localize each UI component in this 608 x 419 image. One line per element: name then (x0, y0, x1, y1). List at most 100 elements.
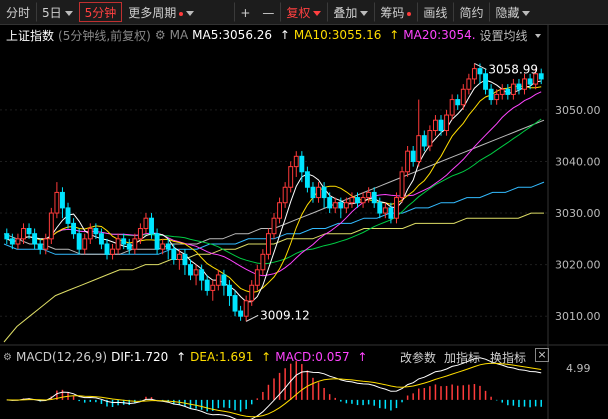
chips-button[interactable]: 筹码 (374, 2, 417, 22)
tab-more-periods[interactable]: 更多周期 (122, 2, 200, 22)
candle-body (104, 243, 110, 255)
candle-body (221, 274, 227, 286)
candle-body (332, 202, 338, 209)
ma-settings-link[interactable]: 设置均线 (480, 27, 545, 44)
candle-body (327, 197, 333, 209)
candle-body (282, 186, 288, 204)
index-name[interactable]: 上证指数 (6, 27, 54, 44)
high-price-label: 3058.99 (488, 62, 538, 76)
settings-icon[interactable]: ⚙ (155, 28, 166, 42)
candle-body (82, 238, 88, 250)
chevron-down-icon (186, 11, 195, 16)
candle-body (26, 228, 32, 235)
candle-body (238, 310, 244, 317)
candle-body (527, 78, 533, 85)
candle-body (304, 171, 310, 188)
close-icon[interactable]: × (535, 348, 549, 362)
candle-body (510, 83, 516, 95)
candle-body (165, 243, 171, 250)
candle-body (210, 284, 216, 291)
candle-body (522, 78, 527, 90)
hide-button[interactable]: 隐藏 (489, 2, 536, 22)
candle-body (271, 217, 277, 235)
candle-body (449, 99, 455, 116)
candle-body (505, 88, 511, 95)
tab-timeshare[interactable]: 分时 (0, 2, 36, 22)
hide-label: 隐藏 (495, 6, 520, 20)
ma10-line (6, 85, 542, 294)
candle-body (466, 78, 472, 90)
candle-body (176, 253, 182, 260)
overlay-button[interactable]: 叠加 (327, 2, 374, 22)
candle-body (160, 243, 166, 250)
candle-body (432, 119, 438, 132)
simple-button[interactable]: 简约 (453, 2, 489, 22)
candle-body (299, 155, 305, 173)
candle-body (93, 228, 99, 235)
candle-body (460, 88, 466, 106)
candle-body (438, 119, 444, 132)
candle-body (288, 166, 294, 188)
candle-body (232, 295, 238, 312)
ma5-value: MA5:3056.26 ↑ (192, 28, 290, 42)
candle-body (343, 202, 349, 209)
tab-5day-label: 5日 (42, 6, 62, 20)
candle-body (293, 155, 299, 168)
candle-body (366, 191, 372, 199)
chevron-down-icon (522, 11, 531, 16)
candle-body (483, 73, 488, 90)
switch-indicator-button[interactable]: 换指标 (490, 349, 526, 366)
candle-body (355, 197, 360, 204)
candle-body (193, 269, 199, 276)
candle-body (76, 233, 82, 250)
adjust-label: 复权 (286, 6, 311, 20)
gear-icon[interactable]: ⚙ (3, 352, 12, 363)
candle-body (132, 238, 138, 250)
candle-body (37, 243, 43, 250)
chevron-down-icon (534, 34, 541, 38)
zoom-in-button[interactable]: + (234, 2, 256, 22)
macd-label[interactable]: MACD(12,26,9) (16, 350, 107, 364)
y-tick-label: 3010.00 (555, 310, 601, 323)
period-desc: (5分钟线,前复权) (58, 28, 151, 43)
candle-body (204, 279, 210, 291)
candle-body (65, 207, 71, 224)
draw-line-button[interactable]: 画线 (417, 2, 453, 22)
candle-body (338, 202, 344, 209)
candle-body (243, 300, 249, 317)
candle-body (182, 253, 188, 266)
candle-body (538, 73, 544, 80)
y-tick-label: 3030.00 (555, 207, 601, 220)
candle-body (137, 228, 143, 240)
tab-5min[interactable]: 5分钟 (78, 2, 123, 22)
candle-body (121, 238, 127, 245)
adjust-button[interactable]: 复权 (280, 2, 327, 22)
low-price-label: 3009.12 (260, 308, 310, 322)
candle-body (494, 93, 500, 101)
candle-body (87, 228, 93, 240)
red-dot-icon (407, 11, 412, 16)
more-periods-label: 更多周期 (128, 6, 177, 20)
candle-body (516, 83, 522, 90)
tab-5day[interactable]: 5日 (36, 2, 79, 22)
ma20-value: MA20:3054. (403, 28, 476, 42)
candle-body (21, 228, 26, 240)
candle-body (360, 197, 366, 204)
chevron-down-icon (360, 11, 369, 16)
add-indicator-button[interactable]: 加指标 (444, 349, 480, 366)
candle-body (43, 238, 49, 250)
ma-label: MA (169, 28, 189, 42)
candle-body (171, 248, 177, 260)
zoom-out-button[interactable]: — (256, 2, 280, 22)
candle-body (477, 68, 483, 75)
candle-body (444, 114, 450, 132)
y-tick-label: 3050.00 (555, 104, 601, 117)
candle-body (416, 135, 422, 162)
candle-body (60, 191, 65, 209)
candle-body (143, 217, 149, 230)
candle-body (15, 238, 21, 245)
candle-body (399, 171, 405, 199)
candle-body (405, 150, 411, 173)
candle-body (9, 238, 15, 245)
modify-params-button[interactable]: 改参数 (400, 349, 436, 366)
